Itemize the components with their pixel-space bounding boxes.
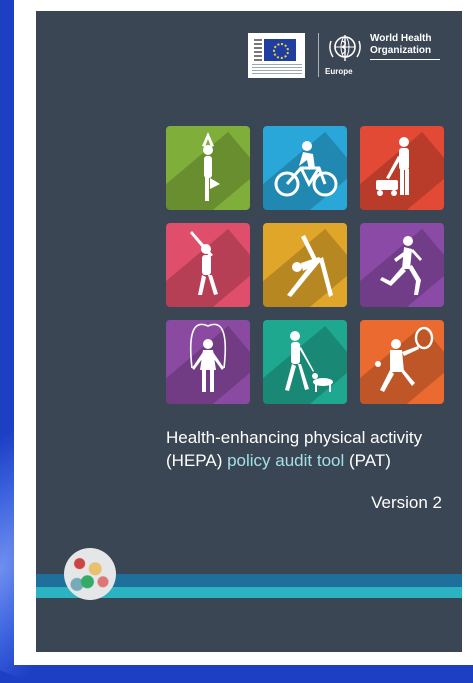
tennis-tile bbox=[360, 320, 444, 404]
golf-icon bbox=[190, 231, 218, 295]
who-name-line2: Organization bbox=[370, 45, 432, 56]
european-union-logo bbox=[248, 33, 305, 78]
title-highlight: policy audit tool bbox=[227, 451, 345, 470]
tennis-icon bbox=[375, 326, 434, 392]
yoga-tree-pose-icon bbox=[202, 132, 220, 201]
lawn-mowing-tile bbox=[360, 126, 444, 210]
dog-walking-tile bbox=[263, 320, 347, 404]
dog-walking-icon bbox=[285, 331, 333, 392]
eu-logo-text-lines bbox=[252, 64, 302, 74]
eu-building-icon bbox=[254, 39, 262, 61]
cycling-icon bbox=[274, 141, 338, 197]
eu-flag-icon bbox=[264, 39, 296, 61]
bottom-band bbox=[36, 598, 462, 652]
who-name-line1: World Health bbox=[370, 33, 432, 44]
title-line1: Health-enhancing physical activity bbox=[166, 428, 423, 447]
who-emblem-icon bbox=[329, 35, 361, 61]
who-region-name: Europe bbox=[325, 67, 353, 76]
golf-tile bbox=[166, 223, 250, 307]
title-line2: (HEPA) policy audit tool (PAT) bbox=[166, 449, 456, 472]
document-title: Health-enhancing physical activity (HEPA… bbox=[166, 426, 456, 472]
running-icon bbox=[380, 236, 422, 295]
activity-tiles-grid bbox=[166, 126, 444, 404]
skipping-rope-tile bbox=[166, 320, 250, 404]
logo-divider bbox=[318, 33, 319, 77]
lawn-mowing-icon bbox=[376, 137, 409, 196]
who-region-label: Europe bbox=[325, 67, 353, 76]
yoga-triangle-tile bbox=[263, 223, 347, 307]
who-underline bbox=[370, 59, 440, 60]
yoga-tree-pose-tile bbox=[166, 126, 250, 210]
who-name: World Health Organization bbox=[370, 33, 431, 57]
document-cover: World Health Organization Europe Health-… bbox=[36, 11, 462, 652]
photo-collage-circle bbox=[64, 548, 116, 600]
eu-stars-icon bbox=[273, 43, 289, 59]
title-line2-post: (PAT) bbox=[344, 451, 391, 470]
running-tile bbox=[360, 223, 444, 307]
cycling-tile bbox=[263, 126, 347, 210]
title-line2-pre: (HEPA) bbox=[166, 451, 228, 470]
yoga-triangle-icon bbox=[287, 235, 333, 297]
skipping-rope-icon bbox=[189, 323, 227, 392]
version-label: Version 2 bbox=[371, 493, 442, 512]
